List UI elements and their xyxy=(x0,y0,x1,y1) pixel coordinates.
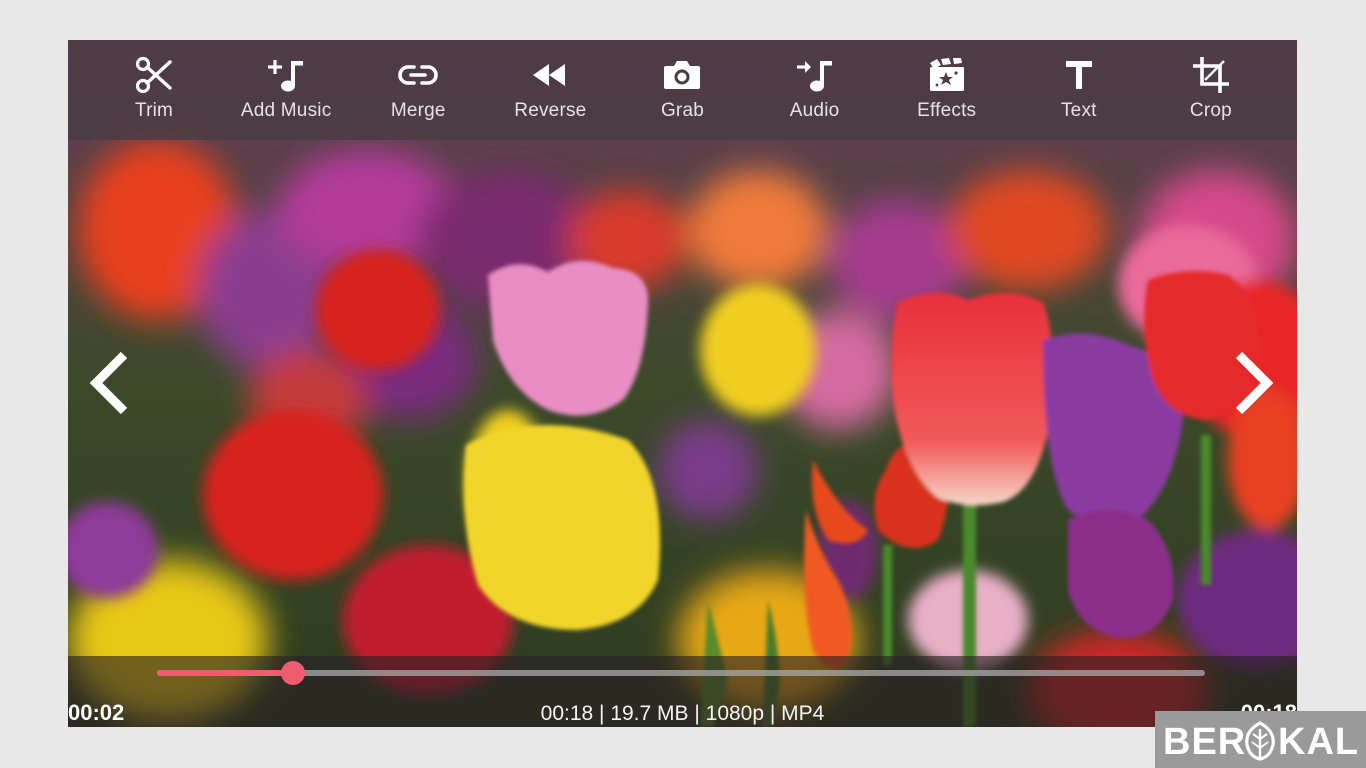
effects-label: Effects xyxy=(917,100,977,121)
audio-button[interactable]: Audio xyxy=(755,40,875,122)
text-icon xyxy=(1057,54,1101,96)
crop-label: Crop xyxy=(1189,100,1232,121)
seek-thumb[interactable] xyxy=(281,661,306,685)
rewind-icon xyxy=(528,54,572,96)
video-info: 00:18 | 19.7 MB | 1080p | MP4 xyxy=(540,702,825,725)
audio-label: Audio xyxy=(789,100,840,121)
editor-toolbar: Trim Add Music Merge Reverse Grab Audio … xyxy=(68,40,1297,140)
previous-button[interactable] xyxy=(80,343,140,423)
seek-bar[interactable] xyxy=(157,661,1205,685)
add-music-label: Add Music xyxy=(240,100,332,121)
chevron-left-icon xyxy=(89,351,128,415)
effects-icon xyxy=(925,54,969,96)
grab-button[interactable]: Grab xyxy=(622,40,742,122)
video-preview[interactable] xyxy=(68,40,1297,727)
reverse-button[interactable]: Reverse xyxy=(490,40,610,122)
trim-button[interactable]: Trim xyxy=(94,40,214,122)
crop-icon xyxy=(1189,54,1233,96)
watermark[interactable]: BER KAL xyxy=(1155,711,1366,768)
effects-button[interactable]: Effects xyxy=(887,40,1007,122)
next-button[interactable] xyxy=(1223,343,1283,423)
crop-button[interactable]: Crop xyxy=(1151,40,1271,122)
scissors-icon xyxy=(132,54,176,96)
add-music-icon xyxy=(264,54,308,96)
reverse-label: Reverse xyxy=(514,100,587,121)
trim-label: Trim xyxy=(135,100,174,121)
chevron-right-icon xyxy=(1235,351,1274,415)
video-frame: Trim Add Music Merge Reverse Grab Audio … xyxy=(68,40,1297,727)
audio-icon xyxy=(793,54,837,96)
svg-text:KAL: KAL xyxy=(1278,721,1358,763)
merge-button[interactable]: Merge xyxy=(358,40,478,122)
leaf-icon xyxy=(1245,720,1275,761)
camera-icon xyxy=(660,54,704,96)
text-label: Text xyxy=(1060,100,1097,121)
merge-label: Merge xyxy=(390,100,446,121)
svg-text:BER: BER xyxy=(1163,721,1246,763)
grab-label: Grab xyxy=(660,100,704,121)
link-icon xyxy=(396,54,440,96)
playback-bar: 00:02 00:18 | 19.7 MB | 1080p | MP4 00:1… xyxy=(68,656,1297,727)
text-button[interactable]: Text xyxy=(1019,40,1139,122)
add-music-button[interactable]: Add Music xyxy=(226,40,346,122)
tulip-field-image xyxy=(68,40,1297,727)
seek-progress xyxy=(157,670,294,676)
watermark-logo: BER KAL xyxy=(1163,720,1358,763)
